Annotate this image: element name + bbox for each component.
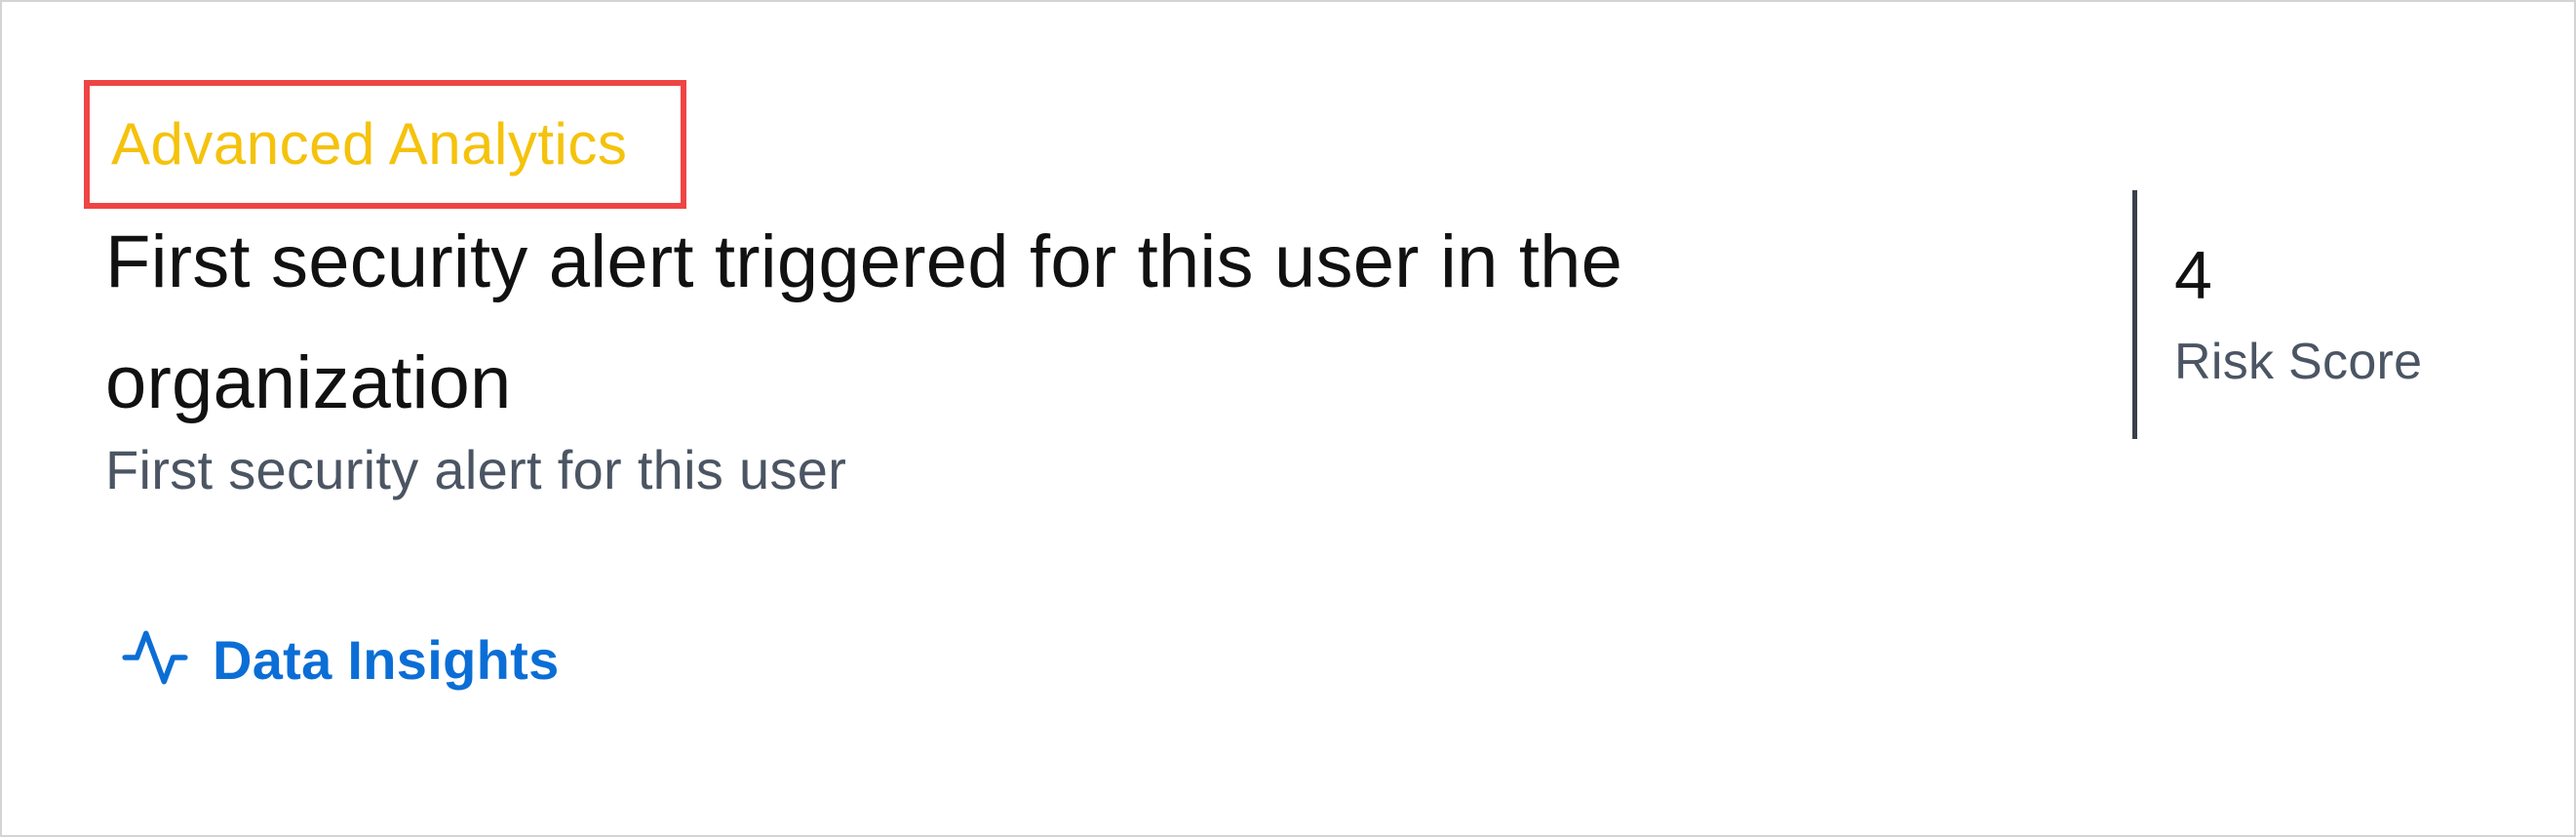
alert-subtitle: First security alert for this user <box>105 439 847 500</box>
category-label: Advanced Analytics <box>111 111 628 177</box>
alert-card: Advanced Analytics First security alert … <box>0 0 2576 837</box>
risk-score-value: 4 <box>2174 237 2212 313</box>
risk-score-label: Risk Score <box>2174 334 2423 390</box>
activity-icon <box>119 621 191 698</box>
score-divider <box>2132 190 2137 439</box>
alert-title: First security alert triggered for this … <box>105 220 1623 424</box>
data-insights-link[interactable]: Data Insights <box>119 621 560 698</box>
category-highlight: Advanced Analytics <box>84 80 686 209</box>
data-insights-label: Data Insights <box>213 628 560 691</box>
